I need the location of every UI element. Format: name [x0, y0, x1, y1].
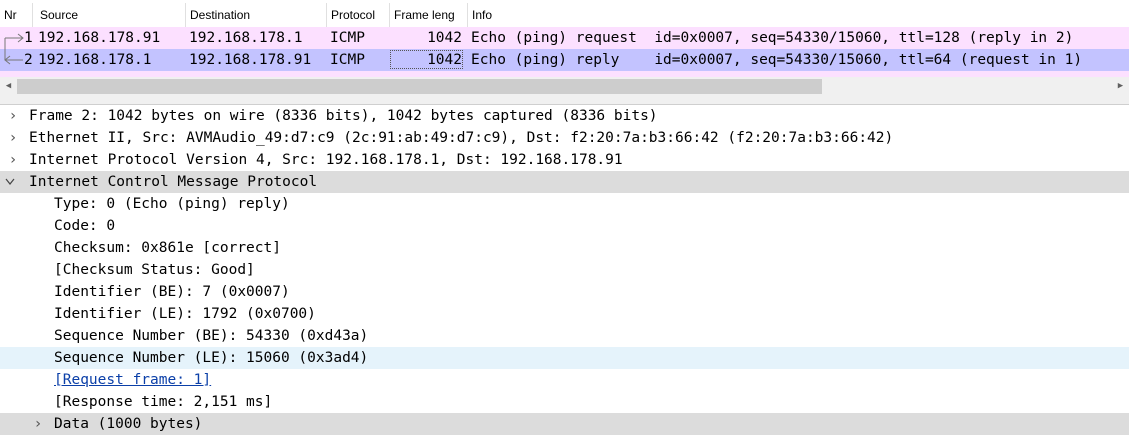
column-header-nr[interactable]: Nr [0, 3, 33, 27]
tree-item-label: Frame 2: 1042 bytes on wire (8336 bits),… [29, 108, 658, 124]
packet-source: 192.168.178.1 [38, 52, 152, 68]
icmp-field-request-frame[interactable]: [Request frame: 1] [0, 369, 1129, 391]
chevron-right-icon[interactable]: › [5, 105, 21, 127]
icmp-field-sequence-le[interactable]: Sequence Number (LE): 15060 (0x3ad4) [0, 347, 1129, 369]
field-label: Code: 0 [54, 218, 116, 234]
packet-no: 2 [24, 52, 33, 68]
icmp-field-identifier-be[interactable]: Identifier (BE): 7 (0x0007) [0, 281, 1129, 303]
icmp-field-type[interactable]: Type: 0 (Echo (ping) reply) [0, 193, 1129, 215]
tree-item-frame[interactable]: › Frame 2: 1042 bytes on wire (8336 bits… [0, 105, 1129, 127]
scrollbar-thumb[interactable] [17, 79, 822, 94]
column-header-length[interactable]: Frame leng [390, 3, 468, 27]
packet-row-selected[interactable]: 2 192.168.178.1 192.168.178.91 ICMP 1042… [0, 49, 1129, 71]
request-frame-link[interactable]: [Request frame: 1] [54, 369, 211, 391]
column-header-source[interactable]: Source [33, 3, 186, 27]
tree-item-label: Internet Protocol Version 4, Src: 192.16… [29, 152, 623, 168]
chevron-right-icon[interactable]: › [5, 149, 21, 171]
tree-item-label: Data (1000 bytes) [54, 416, 203, 432]
tree-item-icmp[interactable]: Internet Control Message Protocol [0, 171, 1129, 193]
icmp-field-code[interactable]: Code: 0 [0, 215, 1129, 237]
packet-length: 1042 [427, 30, 462, 46]
scroll-left-icon[interactable]: ◀ [0, 77, 17, 96]
icmp-field-sequence-be[interactable]: Sequence Number (BE): 54330 (0xd43a) [0, 325, 1129, 347]
field-label: Checksum: 0x861e [correct] [54, 240, 281, 256]
tree-item-ethernet[interactable]: › Ethernet II, Src: AVMAudio_49:d7:c9 (2… [0, 127, 1129, 149]
column-header-info[interactable]: Info [468, 3, 1129, 27]
field-label: Sequence Number (BE): 54330 (0xd43a) [54, 328, 369, 344]
chevron-right-icon[interactable]: › [30, 413, 46, 435]
field-label: [Response time: 2,151 ms] [54, 394, 273, 410]
packet-info: Echo (ping) request id=0x0007, seq=54330… [471, 30, 1074, 46]
packet-details-tree[interactable]: › Frame 2: 1042 bytes on wire (8336 bits… [0, 105, 1129, 444]
horizontal-scrollbar[interactable]: ◀ ▶ [0, 77, 1129, 96]
tree-item-ip[interactable]: › Internet Protocol Version 4, Src: 192.… [0, 149, 1129, 171]
column-header-destination[interactable]: Destination [186, 3, 327, 27]
packet-source: 192.168.178.91 [38, 30, 161, 46]
pane-splitter[interactable] [0, 96, 1129, 105]
field-label: Type: 0 (Echo (ping) reply) [54, 196, 290, 212]
field-label: Sequence Number (LE): 15060 (0x3ad4) [54, 350, 369, 366]
packet-no: 1 [24, 30, 33, 46]
icmp-field-response-time[interactable]: [Response time: 2,151 ms] [0, 391, 1129, 413]
packet-protocol: ICMP [330, 52, 365, 68]
tree-item-label: Ethernet II, Src: AVMAudio_49:d7:c9 (2c:… [29, 130, 894, 146]
arrow-left-icon [4, 49, 23, 65]
field-label: [Checksum Status: Good] [54, 262, 255, 278]
packet-destination: 192.168.178.91 [189, 52, 312, 68]
icmp-field-checksum-status[interactable]: [Checksum Status: Good] [0, 259, 1129, 281]
icmp-field-identifier-le[interactable]: Identifier (LE): 1792 (0x0700) [0, 303, 1129, 325]
packet-list[interactable]: Nr Source Destination Protocol Frame len… [0, 0, 1129, 96]
packet-destination: 192.168.178.1 [189, 30, 303, 46]
column-header-protocol[interactable]: Protocol [327, 3, 390, 27]
chevron-down-icon[interactable] [4, 178, 16, 186]
field-label: Identifier (LE): 1792 (0x0700) [54, 306, 316, 322]
tree-item-data[interactable]: › Data (1000 bytes) [0, 413, 1129, 435]
arrow-right-icon [4, 33, 24, 49]
field-label: Identifier (BE): 7 (0x0007) [54, 284, 290, 300]
tree-item-label: Internet Control Message Protocol [29, 174, 318, 190]
packet-info: Echo (ping) reply id=0x0007, seq=54330/1… [471, 52, 1083, 68]
chevron-right-icon[interactable]: › [5, 127, 21, 149]
packet-list-header: Nr Source Destination Protocol Frame len… [0, 3, 1129, 27]
packet-protocol: ICMP [330, 30, 365, 46]
packet-row[interactable]: 1 192.168.178.91 192.168.178.1 ICMP 1042… [0, 27, 1129, 49]
packet-length: 1042 [427, 52, 462, 68]
scroll-right-icon[interactable]: ▶ [1112, 77, 1129, 96]
icmp-field-checksum[interactable]: Checksum: 0x861e [correct] [0, 237, 1129, 259]
